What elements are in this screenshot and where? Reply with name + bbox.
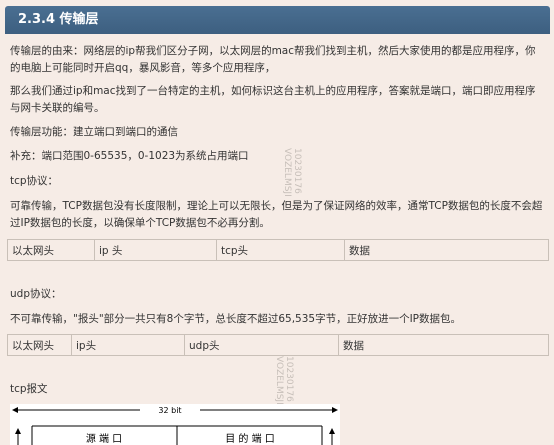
udp-heading: udp协议： (10, 288, 62, 300)
watermark: 10230176 VOZELMSJI (274, 356, 294, 405)
tcp-header-diagram: 32 bit 源 端 口 目 的 端 口 (10, 404, 340, 445)
table-cell: udp头 (184, 334, 339, 356)
source-port-label: 源 端 口 (86, 432, 122, 445)
tcp-description: 可靠传输，TCP数据包没有长度限制，理论上可以无限长，但是为了保证网络的效率，通… (10, 200, 543, 229)
arrow-right-icon (332, 407, 338, 413)
table-cell: ip 头 (94, 239, 217, 261)
table-cell: 以太网头 (7, 334, 72, 356)
watermark: 10230176 VOZELMSJI (282, 148, 302, 197)
table-row: 以太网头 ip头 udp头 数据 (7, 334, 549, 356)
paragraph-origin: 传输层的由来：网络层的ip帮我们区分子网，以太网层的mac帮我们找到主机，然后大… (10, 45, 536, 74)
watermark-line: 10230176 (292, 148, 302, 194)
watermark-line: 10230176 (284, 356, 294, 402)
section-header-bar: 2.3.4 传输层 (5, 6, 550, 34)
bit-width-label: 32 bit (158, 406, 181, 415)
table-cell: 数据 (338, 334, 549, 356)
table-row: 以太网头 ip 头 tcp头 数据 (7, 239, 549, 261)
dest-port-label: 目 的 端 口 (225, 432, 275, 445)
table-cell: 数据 (344, 239, 549, 261)
paragraph-function: 传输层功能：建立端口到端口的通信 (10, 126, 178, 138)
paragraph-port-intro: 那么我们通过ip和mac找到了一台特定的主机，如何标识这台主机上的应用程序，答案… (10, 85, 536, 114)
udp-packet-table: 以太网头 ip头 udp头 数据 (7, 334, 549, 356)
section-header: 2.3.4 传输层 (0, 0, 554, 40)
table-cell: tcp头 (216, 239, 345, 261)
tcp-header-svg: 32 bit 源 端 口 目 的 端 口 (12, 406, 338, 445)
watermark-line: VOZELMSJI (282, 148, 292, 197)
paragraph-port-range: 补充：端口范围0-65535，0-1023为系统占用端口 (10, 150, 249, 162)
watermark-line: VOZELMSJI (274, 356, 284, 405)
tcp-packet-table: 以太网头 ip 头 tcp头 数据 (7, 239, 549, 261)
table-cell: 以太网头 (7, 239, 95, 261)
up-arrow-icon (329, 428, 335, 434)
table-cell: ip头 (71, 334, 185, 356)
section-title: 2.3.4 传输层 (18, 12, 99, 27)
tcp-heading: tcp协议： (10, 175, 59, 187)
arrow-left-icon (12, 407, 18, 413)
udp-description: 不可靠传输，"报头"部分一共只有8个字节，总长度不超过65,535字节，正好放进… (10, 313, 462, 325)
up-arrow-icon (15, 428, 21, 434)
